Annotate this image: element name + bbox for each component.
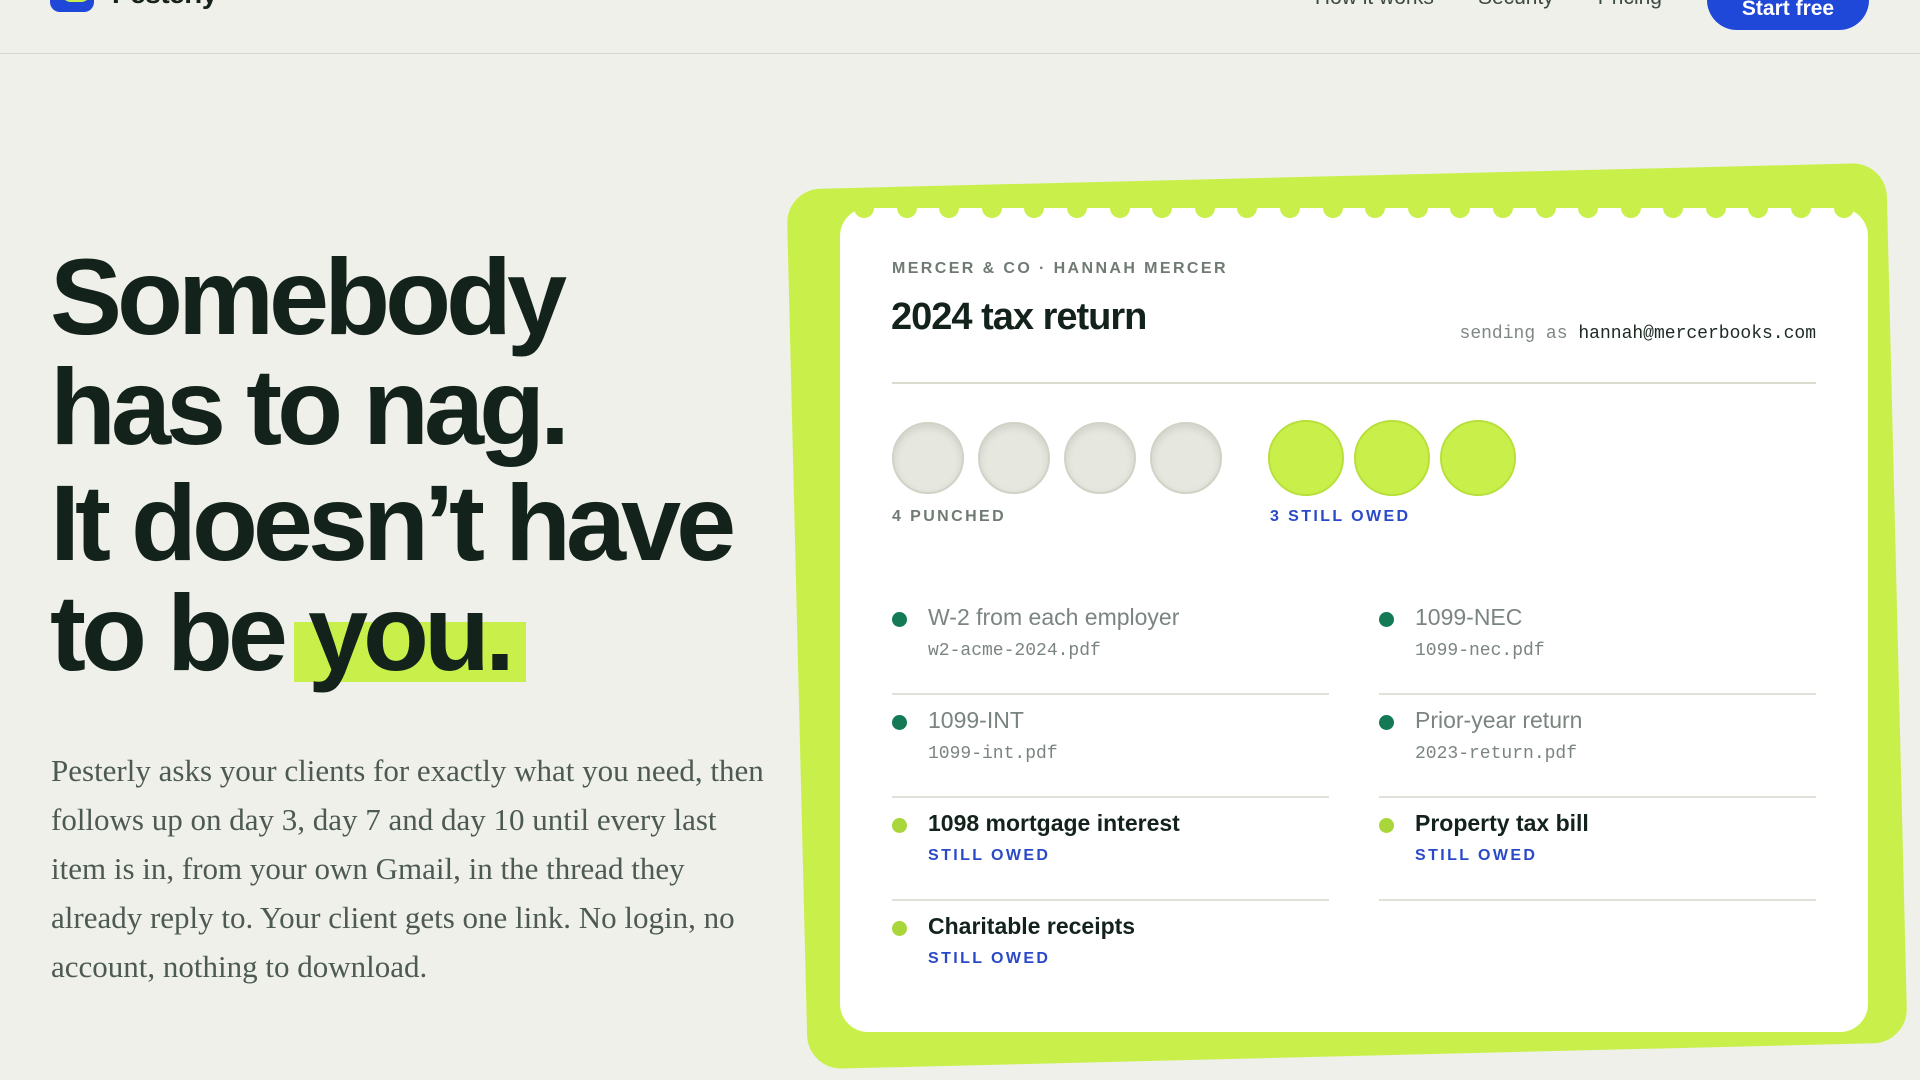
document-item[interactable]: Property tax bill STILL OWED <box>1379 798 1816 901</box>
logo-icon[interactable] <box>50 0 94 12</box>
perforation-hole <box>896 198 917 218</box>
sender-email: hannah@mercerbooks.com <box>1578 324 1816 344</box>
document-name: 1099-NEC <box>1415 604 1523 630</box>
perforation-hole <box>1450 198 1471 218</box>
owed-circle <box>1440 420 1516 496</box>
document-file[interactable]: 1099-nec.pdf <box>1415 641 1816 661</box>
document-status: STILL OWED <box>928 950 1051 967</box>
perforation-hole <box>939 198 960 218</box>
owed-circle <box>1268 420 1344 496</box>
request-card: MERCER & CO · HANNAH MERCER 2024 tax ret… <box>840 198 1868 1032</box>
received-dot-icon <box>892 612 907 627</box>
document-list: W-2 from each employer w2-acme-2024.pdf 10… <box>892 592 1816 1004</box>
perforation-hole <box>1152 198 1173 218</box>
document-file[interactable]: 2023-return.pdf <box>1415 744 1816 764</box>
document-name: 1098 mortgage interest <box>928 810 1180 836</box>
perforation-hole <box>1748 198 1769 218</box>
document-item[interactable]: Prior-year return 2023-return.pdf <box>1379 695 1816 798</box>
document-name: 1099-INT <box>928 707 1024 733</box>
sender-prefix: sending as <box>1459 324 1568 344</box>
document-item[interactable]: Charitable receipts STILL OWED <box>892 901 1329 1004</box>
perforation-hole <box>1194 198 1215 218</box>
start-free-button[interactable]: Start free <box>1707 0 1869 30</box>
headline-line-2: has to nag. <box>50 346 570 467</box>
perforation-hole <box>1237 198 1258 218</box>
punched-circle <box>1150 422 1222 494</box>
received-dot-icon <box>892 715 907 730</box>
owed-circle <box>1354 420 1430 496</box>
owed-dot-icon <box>1379 818 1394 833</box>
perforation-hole <box>1407 198 1428 218</box>
document-item[interactable]: W-2 from each employer w2-acme-2024.pdf <box>892 592 1329 695</box>
document-item[interactable]: 1099-INT 1099-int.pdf <box>892 695 1329 798</box>
perforation-hole <box>1620 198 1641 218</box>
headline-line-4: to be you. <box>50 578 790 688</box>
owed-dot-icon <box>892 818 907 833</box>
received-dot-icon <box>1379 612 1394 627</box>
perforation-hole <box>1578 198 1599 218</box>
perforation-hole <box>1279 198 1300 218</box>
headline-highlight: you. <box>293 572 527 693</box>
card-title: 2024 tax return <box>891 296 1147 338</box>
hero-headline: Somebody has to nag. It doesn’t have to … <box>50 242 790 688</box>
headline-line-1: Somebody <box>50 236 567 357</box>
received-dot-icon <box>1379 715 1394 730</box>
punched-label: 4 PUNCHED <box>892 508 1007 525</box>
perforation-hole <box>1024 198 1045 218</box>
still-owed-label: 3 STILL OWED <box>1270 508 1411 525</box>
perforation-hole <box>1066 198 1087 218</box>
owed-dot-icon <box>892 921 907 936</box>
perforation-hole <box>854 198 874 218</box>
card-eyebrow: MERCER & CO · HANNAH MERCER <box>892 260 1228 277</box>
document-status: STILL OWED <box>928 847 1051 864</box>
document-item[interactable]: 1098 mortgage interest STILL OWED <box>892 798 1329 901</box>
card-perforation <box>840 198 1868 218</box>
perforation-hole <box>981 198 1002 218</box>
nav-link-how-it-works[interactable]: How it works <box>1315 0 1434 10</box>
perforation-hole <box>1535 198 1556 218</box>
sender-line: sending as hannah@mercerbooks.com <box>1460 324 1816 344</box>
punched-circle <box>892 422 964 494</box>
nav-link-security[interactable]: Security <box>1478 0 1554 10</box>
perforation-hole <box>1492 198 1513 218</box>
perforation-hole <box>1833 198 1854 218</box>
perforation-hole <box>1365 198 1386 218</box>
punched-circle <box>1064 422 1136 494</box>
document-file[interactable]: w2-acme-2024.pdf <box>928 641 1329 661</box>
perforation-hole <box>1322 198 1343 218</box>
punched-circle <box>978 422 1050 494</box>
card-divider <box>892 382 1816 384</box>
perforation-hole <box>1791 198 1812 218</box>
perforation-hole <box>1109 198 1130 218</box>
document-name: Charitable receipts <box>928 913 1136 939</box>
perforation-hole <box>1663 198 1684 218</box>
hero-lede: Pesterly asks your clients for exactly w… <box>51 753 764 984</box>
nav-links: How it works Security Pricing <box>1315 0 1662 10</box>
document-name: Prior-year return <box>1415 707 1583 733</box>
perforation-hole <box>1705 198 1726 218</box>
top-nav: Pesterly How it works Security Pricing S… <box>0 0 1920 54</box>
document-name: W-2 from each employer <box>928 604 1180 630</box>
nav-link-pricing[interactable]: Pricing <box>1598 0 1662 10</box>
document-item[interactable]: 1099-NEC 1099-nec.pdf <box>1379 592 1816 695</box>
headline-line-3: It doesn’t have <box>50 462 736 583</box>
document-name: Property tax bill <box>1415 810 1589 836</box>
document-file[interactable]: 1099-int.pdf <box>928 744 1329 764</box>
document-status: STILL OWED <box>1415 847 1538 864</box>
headline-line-4-prefix: to be <box>50 572 308 693</box>
brand-name[interactable]: Pesterly <box>112 0 217 10</box>
